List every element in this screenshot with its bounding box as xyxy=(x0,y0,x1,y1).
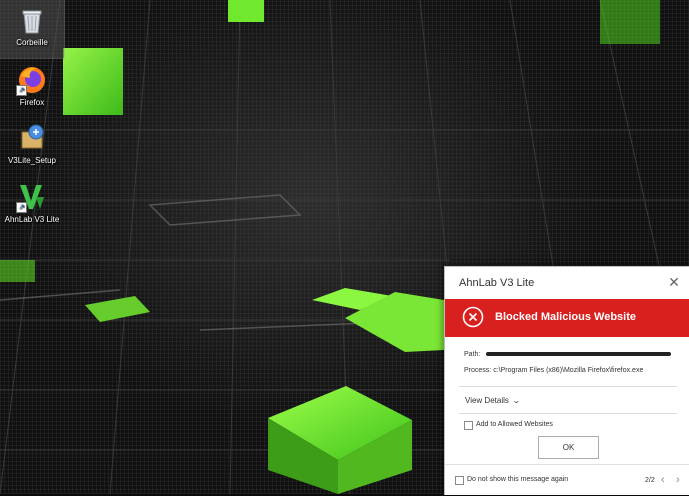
path-row: Path: xyxy=(464,351,672,358)
desktop-icon-ahnlab-v3[interactable]: ↗ AhnLab V3 Lite xyxy=(0,177,64,225)
desktop-icon-label: V3Lite_Setup xyxy=(7,156,57,165)
alert-message: Blocked Malicious Website xyxy=(495,311,637,323)
alert-banner: Blocked Malicious Website xyxy=(445,299,689,337)
block-x-icon xyxy=(462,306,484,328)
ahnlab-v3-icon: ↗ xyxy=(16,181,48,213)
dont-show-checkbox[interactable] xyxy=(455,476,464,485)
installer-icon xyxy=(16,122,48,154)
view-details-toggle[interactable]: View Details ⌄ xyxy=(465,396,521,405)
redacted-path-value xyxy=(486,352,672,357)
desktop-icon-label: Firefox xyxy=(19,98,45,107)
divider xyxy=(459,386,677,387)
page-indicator: 2/2 xyxy=(645,477,655,484)
desktop-icon-v3lite-setup[interactable]: V3Lite_Setup xyxy=(0,118,64,166)
chevron-down-icon: ⌄ xyxy=(511,396,521,405)
process-row: Process: c:\Program Files (x86)\Mozilla … xyxy=(464,367,643,374)
add-allowed-label: Add to Allowed Websites xyxy=(476,421,553,428)
add-allowed-checkbox[interactable] xyxy=(464,421,473,430)
process-value: c:\Program Files (x86)\Mozilla Firefox\f… xyxy=(493,367,644,374)
shortcut-arrow-icon: ↗ xyxy=(16,202,27,213)
desktop-icon-label: AhnLab V3 Lite xyxy=(4,215,60,224)
recycle-bin-icon xyxy=(16,4,48,36)
process-label: Process: xyxy=(464,367,492,374)
desktop-icon-label: Corbeille xyxy=(16,38,48,47)
divider xyxy=(459,413,677,414)
desktop-icon-firefox[interactable]: ↗ Firefox xyxy=(0,60,64,108)
ok-button[interactable]: OK xyxy=(538,436,599,459)
desktop-icon-recycle-bin[interactable]: Corbeille xyxy=(0,0,65,59)
path-label: Path: xyxy=(464,351,481,358)
shortcut-arrow-icon: ↗ xyxy=(16,85,27,96)
view-details-label: View Details xyxy=(465,396,509,405)
popup-title: AhnLab V3 Lite xyxy=(459,277,535,289)
next-arrow-icon[interactable]: › xyxy=(676,474,680,486)
firefox-icon: ↗ xyxy=(16,64,48,96)
close-button[interactable]: ✕ xyxy=(666,274,682,290)
previous-arrow-icon[interactable]: ‹ xyxy=(661,474,665,486)
dont-show-label: Do not show this message again xyxy=(467,476,569,483)
ahnlab-notification-window: AhnLab V3 Lite ✕ Blocked Malicious Websi… xyxy=(444,266,689,495)
